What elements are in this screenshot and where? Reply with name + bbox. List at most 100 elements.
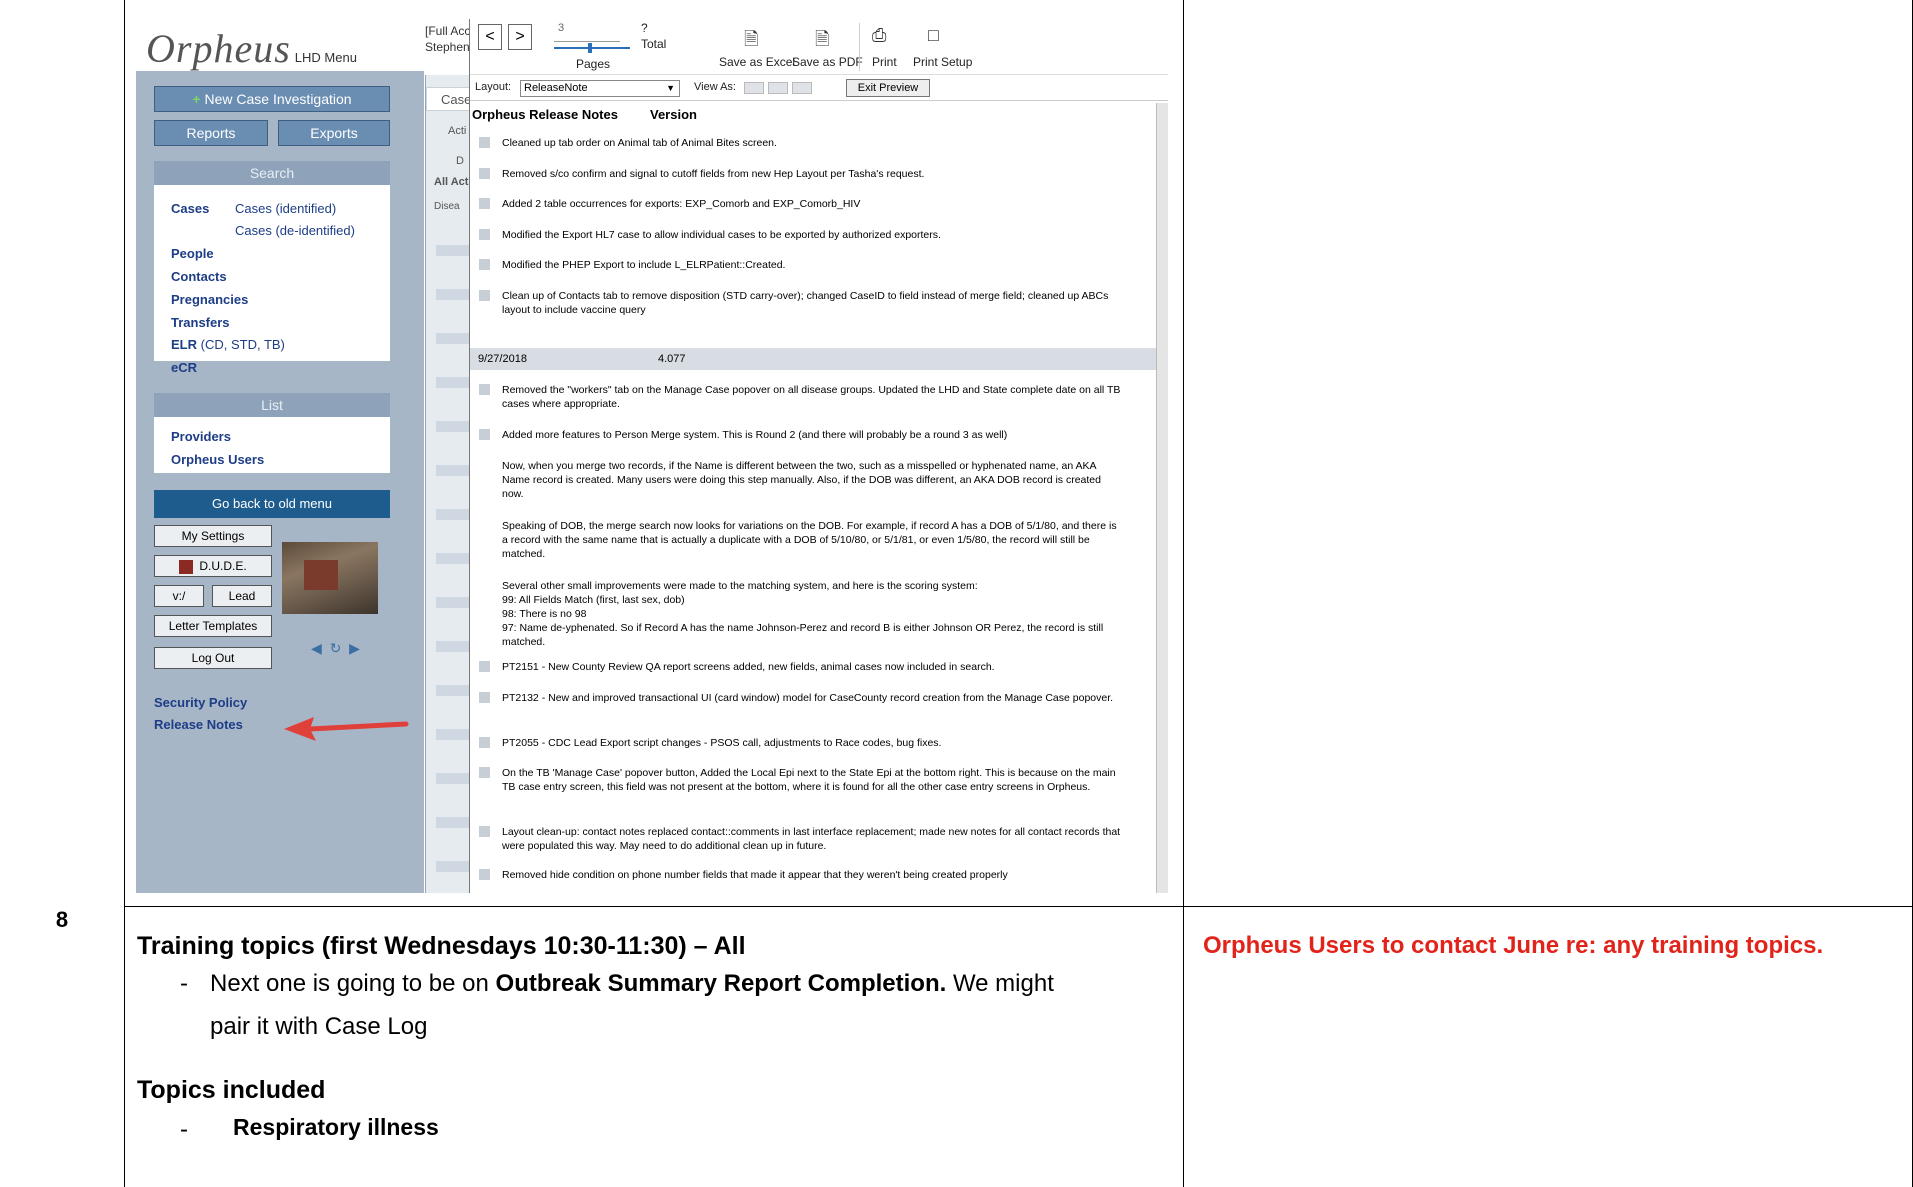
release-note-item: Removed the "workers" tab on the Manage … — [502, 384, 1121, 410]
people-link[interactable]: People — [171, 246, 214, 261]
dude-button[interactable]: D.U.D.E. — [154, 555, 272, 577]
red-arrow-annotation-icon — [284, 717, 409, 741]
total-value: ? — [641, 21, 648, 35]
row-checkbox[interactable] — [479, 384, 490, 395]
save-as-excel-button[interactable]: Save as Excel — [719, 55, 795, 69]
elr-link[interactable]: ELR (CD, STD, TB) — [171, 337, 285, 352]
excel-file-icon[interactable]: 🗎 — [744, 27, 758, 57]
exit-preview-button[interactable]: Exit Preview — [846, 79, 930, 97]
report-column-version: Version — [650, 107, 697, 122]
background-case-list: Case Acti D All Act Disea — [425, 75, 471, 893]
ecr-link[interactable]: eCR — [171, 360, 197, 375]
page-number-input[interactable]: 3 — [554, 22, 620, 42]
search-panel: Cases Cases (identified) Cases (de-ident… — [154, 185, 390, 361]
search-heading: Search — [154, 161, 390, 185]
release-note-item: PT2132 - New and improved transactional … — [502, 692, 1114, 704]
embedded-screenshot: Orpheus LHD Menu + New Case Investigation… — [136, 19, 1168, 893]
print-setup-button[interactable]: Print Setup — [913, 55, 972, 69]
preview-toolbar: < > 3 ? Total Pages 🗎 Save as Excel 🗎 Sa… — [470, 19, 1168, 75]
table-border-left — [124, 0, 125, 1187]
view-form-icon[interactable] — [744, 82, 764, 94]
report-preview-window: < > 3 ? Total Pages 🗎 Save as Excel 🗎 Sa… — [469, 19, 1168, 893]
release-note-item: Layout clean-up: contact notes replaced … — [502, 826, 1121, 852]
letter-templates-button[interactable]: Letter Templates — [154, 615, 272, 637]
log-out-button[interactable]: Log Out — [154, 647, 272, 669]
release-note-item: Added 2 table occurrences for exports: E… — [502, 198, 861, 210]
save-as-pdf-button[interactable]: Save as PDF — [792, 55, 863, 69]
row-checkbox[interactable] — [479, 661, 490, 672]
next-arrow-icon[interactable]: ▶ — [349, 640, 360, 656]
row-checkbox[interactable] — [479, 168, 490, 179]
report-scrollbar[interactable] — [1156, 103, 1168, 893]
new-case-investigation-button[interactable]: + New Case Investigation — [154, 86, 390, 112]
orpheus-users-link[interactable]: Orpheus Users — [171, 452, 264, 467]
go-back-old-menu-button[interactable]: Go back to old menu — [154, 490, 390, 518]
action-item: Orpheus Users to contact June re: any tr… — [1203, 932, 1824, 959]
row-checkbox[interactable] — [479, 137, 490, 148]
refresh-icon[interactable]: ↻ — [330, 640, 342, 656]
row-checkbox[interactable] — [479, 198, 490, 209]
row-checkbox[interactable] — [479, 869, 490, 880]
pregnancies-link[interactable]: Pregnancies — [171, 292, 248, 307]
list-panel: Providers Orpheus Users — [154, 417, 390, 473]
row-stripe — [436, 773, 471, 784]
release-note-item: Removed hide condition on phone number f… — [502, 869, 1008, 881]
reports-button[interactable]: Reports — [154, 120, 268, 146]
release-note-item: 98: There is no 98 — [502, 608, 587, 620]
release-note-item: 97: Name de-yphenated. So if Record A ha… — [502, 622, 1104, 648]
page-slider[interactable] — [554, 47, 630, 49]
row-checkbox[interactable] — [479, 290, 490, 301]
row-stripe — [436, 817, 471, 828]
exports-button[interactable]: Exports — [278, 120, 390, 146]
report-column-title: Orpheus Release Notes — [472, 107, 618, 122]
providers-link[interactable]: Providers — [171, 429, 231, 444]
previous-page-button[interactable]: < — [478, 24, 502, 50]
row-checkbox[interactable] — [479, 692, 490, 703]
release-note-item: Modified the Export HL7 case to allow in… — [502, 229, 941, 241]
carousel-controls[interactable]: ◀ ↻ ▶ — [311, 640, 360, 657]
row-checkbox[interactable] — [479, 737, 490, 748]
view-list-icon[interactable] — [768, 82, 788, 94]
release-note-item: Speaking of DOB, the merge search now lo… — [502, 520, 1117, 560]
release-note-item: Now, when you merge two records, if the … — [502, 460, 1101, 500]
activity-stub: Acti — [448, 125, 467, 137]
release-notes-link[interactable]: Release Notes — [154, 717, 243, 732]
date-stub: D — [456, 155, 464, 167]
row-checkbox[interactable] — [479, 429, 490, 440]
transfers-link[interactable]: Transfers — [171, 315, 230, 330]
topics-heading: Topics included — [137, 1076, 326, 1104]
next-page-button[interactable]: > — [508, 24, 532, 50]
layout-select[interactable]: ReleaseNote ▼ — [520, 80, 680, 97]
view-table-icon[interactable] — [792, 82, 812, 94]
tab-cases[interactable]: Case — [426, 87, 471, 111]
v-drive-button[interactable]: v:/ — [154, 585, 204, 607]
cases-identified-link[interactable]: Cases (identified) — [235, 201, 336, 216]
row-stripe — [436, 333, 471, 344]
release-note-item: PT2151 - New County Review QA report scr… — [502, 660, 1122, 674]
training-note-line2: pair it with Case Log — [210, 1013, 428, 1040]
release-notes-report: Orpheus Release Notes Version Cleaned up… — [470, 103, 1156, 893]
row-checkbox[interactable] — [479, 259, 490, 270]
release-note-item: Cleaned up tab order on Animal tab of An… — [502, 137, 777, 149]
prev-arrow-icon[interactable]: ◀ — [311, 640, 322, 656]
layout-label: Layout: — [475, 81, 512, 93]
release-note-item: On the TB 'Manage Case' popover button, … — [502, 767, 1116, 793]
printer-icon[interactable]: ⎙ — [872, 25, 886, 46]
dude-thumbnail-image — [282, 542, 378, 614]
row-stripe — [436, 421, 471, 432]
contacts-link[interactable]: Contacts — [171, 269, 227, 284]
orpheus-sidebar: Orpheus LHD Menu + New Case Investigation… — [136, 19, 424, 893]
print-button[interactable]: Print — [872, 55, 897, 69]
topic-title: Training topics (first Wednesdays 10:30-… — [137, 932, 746, 960]
page-setup-icon[interactable]: □ — [928, 25, 939, 46]
cases-deidentified-link[interactable]: Cases (de-identified) — [235, 223, 355, 238]
row-checkbox[interactable] — [479, 767, 490, 778]
row-checkbox[interactable] — [479, 229, 490, 240]
table-row-divider — [124, 906, 1913, 907]
pdf-file-icon[interactable]: 🗎 — [815, 27, 829, 57]
row-checkbox[interactable] — [479, 826, 490, 837]
page-slider-handle[interactable] — [588, 43, 592, 53]
lead-button[interactable]: Lead — [212, 585, 272, 607]
my-settings-button[interactable]: My Settings — [154, 525, 272, 547]
security-policy-link[interactable]: Security Policy — [154, 695, 247, 710]
